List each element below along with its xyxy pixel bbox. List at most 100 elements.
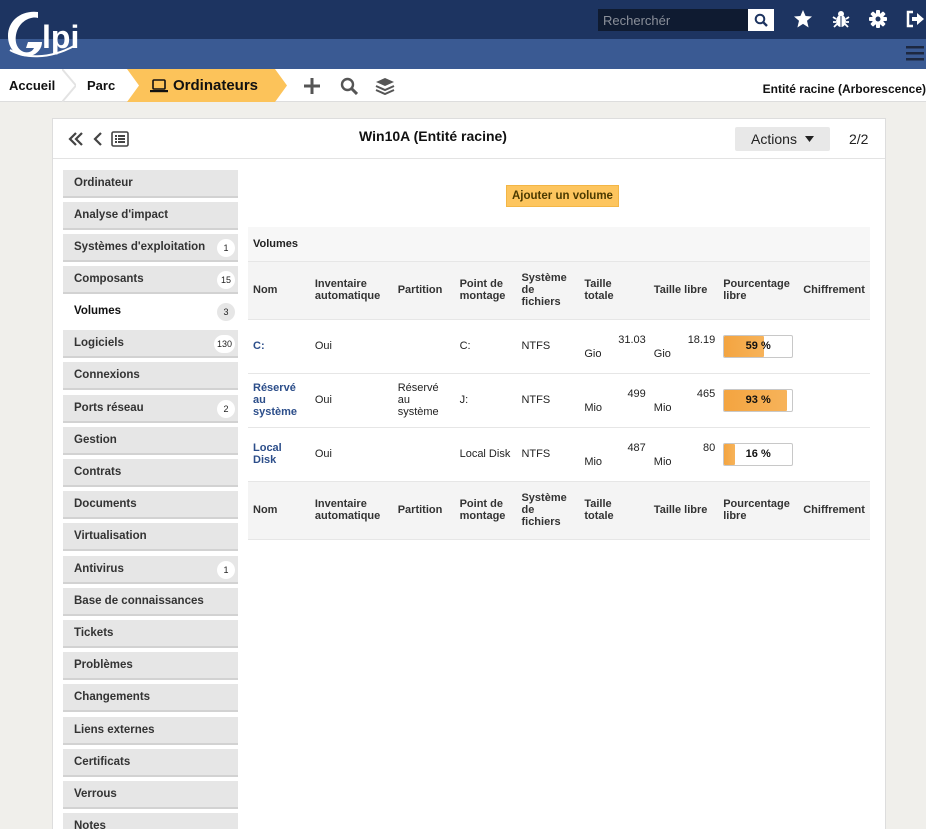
tab-volumes[interactable]: Volumes 3 <box>63 298 238 326</box>
mount-point-cell: J: <box>454 373 517 428</box>
table-row: Réservé au système Oui Réservé au systèm… <box>248 373 870 428</box>
column-header[interactable]: Chiffrement <box>798 261 870 320</box>
tab-changements[interactable]: Changements <box>63 684 238 712</box>
entity-label[interactable]: Entité racine (Arborescence) <box>763 82 926 96</box>
volume-name-cell[interactable]: Réservé au système <box>248 373 310 428</box>
tab-contrats[interactable]: Contrats <box>63 459 238 487</box>
tab-logiciels[interactable]: Logiciels 130 <box>63 330 238 358</box>
volume-name-link[interactable]: Réservé au système <box>253 382 297 418</box>
tab-documents[interactable]: Documents <box>63 491 238 519</box>
partition-cell <box>392 319 455 374</box>
column-header[interactable]: Nom <box>248 481 310 540</box>
menu-icon[interactable] <box>906 44 924 62</box>
column-header[interactable]: Système de fichiers <box>516 261 580 320</box>
glpi-logo[interactable]: lpi <box>4 6 104 64</box>
tab-ordinateur[interactable]: Ordinateur <box>63 170 238 198</box>
tab-analyse-impact[interactable]: Analyse d'impact <box>63 202 238 230</box>
tab-count-badge: 130 <box>213 335 235 353</box>
volume-name-cell[interactable]: C: <box>248 319 310 374</box>
actions-button[interactable]: Actions <box>735 127 830 151</box>
search-input[interactable] <box>598 9 748 31</box>
table-footer: Nom Inventaire automatique Partition Poi… <box>248 481 870 540</box>
layers-icon[interactable] <box>374 75 396 97</box>
search-button[interactable] <box>748 9 774 31</box>
total-size-cell: 31.03 Gio <box>579 319 649 374</box>
tab-problemes[interactable]: Problèmes <box>63 652 238 680</box>
tab-verrous[interactable]: Verrous <box>63 781 238 809</box>
column-header[interactable]: Point de montage <box>454 481 517 540</box>
filesystem-cell: NTFS <box>516 427 580 482</box>
column-header[interactable]: Pourcentage libre <box>718 481 799 540</box>
breadcrumb-home[interactable]: Accueil <box>9 69 55 102</box>
tab-count-badge: 3 <box>217 303 235 321</box>
column-header[interactable]: Inventaire automatique <box>309 481 393 540</box>
auto-inventory-cell: Oui <box>309 319 393 374</box>
free-percent-bar: 59 % <box>723 334 794 358</box>
free-size-cell: 18.19 Gio <box>648 319 719 374</box>
tab-composants[interactable]: Composants 15 <box>63 266 238 294</box>
table-row: C: Oui C: NTFS 31.03 Gio 18.19 Gio 59 % <box>248 319 870 374</box>
tab-certificats[interactable]: Certificats <box>63 749 238 777</box>
column-header[interactable]: Partition <box>392 261 455 320</box>
global-search <box>598 9 774 31</box>
search-icon <box>754 13 768 27</box>
tab-liens-externes[interactable]: Liens externes <box>63 717 238 745</box>
tab-base-connaissances[interactable]: Base de connaissances <box>63 588 238 616</box>
encryption-cell <box>798 427 870 482</box>
bug-icon[interactable] <box>830 8 852 30</box>
column-header[interactable]: Taille totale <box>579 481 649 540</box>
volume-name-link[interactable]: Local Disk <box>253 442 282 466</box>
tab-virtualisation[interactable]: Virtualisation <box>63 523 238 551</box>
tab-connexions[interactable]: Connexions <box>63 362 238 390</box>
svg-text:lpi: lpi <box>42 19 79 55</box>
tab-ports-reseau[interactable]: Ports réseau 2 <box>63 395 238 423</box>
filesystem-cell: NTFS <box>516 319 580 374</box>
table-caption: Volumes <box>248 227 870 262</box>
breadcrumb-current-label: Ordinateurs <box>173 77 259 94</box>
tab-antivirus[interactable]: Antivirus 1 <box>63 556 238 584</box>
column-header[interactable]: Taille totale <box>579 261 649 320</box>
partition-cell: Réservé au système <box>392 373 455 428</box>
tab-gestion[interactable]: Gestion <box>63 427 238 455</box>
column-header[interactable]: Inventaire automatique <box>309 261 393 320</box>
total-size-cell: 499 Mio <box>579 373 649 428</box>
gear-icon[interactable] <box>867 8 889 30</box>
breadcrumb: Accueil Parc Ordinateurs Entité racine (… <box>0 69 926 102</box>
add-icon[interactable] <box>301 75 323 97</box>
mount-point-cell: Local Disk <box>454 427 517 482</box>
item-card: Win10A (Entité racine) Actions 2/2 Ordin… <box>52 118 886 829</box>
free-size-cell: 80 Mio <box>648 427 719 482</box>
encryption-cell <box>798 373 870 428</box>
breadcrumb-parc[interactable]: Parc <box>87 69 115 102</box>
column-header[interactable]: Nom <box>248 261 310 320</box>
table-row: Local Disk Oui Local Disk NTFS 487 Mio 80… <box>248 427 870 482</box>
column-header[interactable]: Pourcentage libre <box>718 261 799 320</box>
caret-down-icon <box>804 136 814 142</box>
actions-label: Actions <box>751 131 797 147</box>
breadcrumb-current[interactable]: Ordinateurs <box>150 69 258 102</box>
tab-systemes-exploitation[interactable]: Systèmes d'exploitation 1 <box>63 234 238 262</box>
item-header: Win10A (Entité racine) Actions 2/2 <box>53 119 885 159</box>
volume-name-link[interactable]: C: <box>253 340 265 352</box>
table-header: Nom Inventaire automatique Partition Poi… <box>248 261 870 320</box>
table-caption-label: Volumes <box>248 227 870 262</box>
sub-header <box>0 39 926 69</box>
column-header[interactable]: Partition <box>392 481 455 540</box>
encryption-cell <box>798 319 870 374</box>
star-icon[interactable] <box>792 8 814 30</box>
add-volume-button[interactable]: Ajouter un volume <box>506 185 619 207</box>
search-icon[interactable] <box>338 75 360 97</box>
column-header[interactable]: Taille libre <box>648 261 719 320</box>
volumes-table: Volumes Nom Inventaire automatique Parti… <box>248 227 870 540</box>
column-header[interactable]: Chiffrement <box>798 481 870 540</box>
tab-tickets[interactable]: Tickets <box>63 620 238 648</box>
column-header[interactable]: Point de montage <box>454 261 517 320</box>
breadcrumb-separator <box>62 69 76 102</box>
volume-name-cell[interactable]: Local Disk <box>248 427 310 482</box>
column-header[interactable]: Taille libre <box>648 481 719 540</box>
tab-count-badge: 1 <box>217 239 235 257</box>
top-header <box>0 0 926 39</box>
logout-icon[interactable] <box>904 8 926 30</box>
tab-notes[interactable]: Notes <box>63 813 238 829</box>
column-header[interactable]: Système de fichiers <box>516 481 580 540</box>
